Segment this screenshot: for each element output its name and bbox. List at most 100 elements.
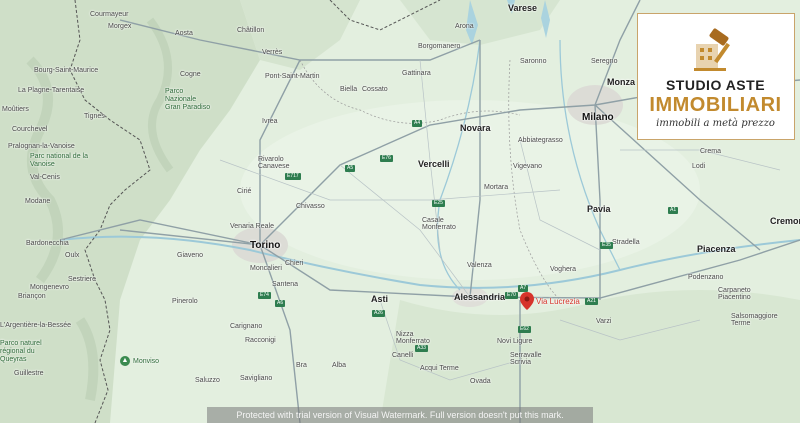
town-label: Val-Cenis xyxy=(30,174,60,181)
city-label-asti: Asti xyxy=(371,294,389,304)
town-label: Savigliano xyxy=(240,375,273,382)
town-label: Tignes xyxy=(84,113,105,120)
park-label-vanoise: Parc national de la Vanoise xyxy=(30,153,88,168)
town-label: Cirié xyxy=(237,188,252,195)
town-label: Modane xyxy=(25,198,51,205)
road-shield: E35 xyxy=(600,242,613,249)
town-label: Pralognan-la-Vanoise xyxy=(8,143,75,150)
road-shield: E25 xyxy=(432,200,445,207)
town-label: Cossato xyxy=(362,86,388,93)
watermark-banner: Protected with trial version of Visual W… xyxy=(207,407,593,423)
park-label-gran-paradiso: Parco Nazionale Gran Paradiso xyxy=(165,88,211,111)
town-label: Briançon xyxy=(18,293,46,300)
town-label: Valenza xyxy=(467,262,492,269)
road-shield: A5 xyxy=(345,165,356,172)
town-label: La Plagne-Tarentaise xyxy=(18,87,85,94)
town-label: Racconigi xyxy=(245,337,276,344)
town-label: Chieri xyxy=(285,260,304,267)
town-label: Oulx xyxy=(65,252,80,259)
town-label: Serravalle Scrivia xyxy=(510,352,542,366)
town-label: Canelli xyxy=(392,352,414,359)
logo-line1: STUDIO ASTE xyxy=(665,77,766,93)
city-label-torino: Torino xyxy=(250,240,281,251)
town-label: Bourg-Saint-Maurice xyxy=(34,67,99,74)
road-shield: E717 xyxy=(285,173,301,180)
town-label: Podenzano xyxy=(688,274,724,281)
logo-line2: IMMOBILIARI xyxy=(649,94,782,116)
town-label: Giaveno xyxy=(177,252,204,259)
town-label: Cogne xyxy=(180,71,201,78)
road-shield: E70 xyxy=(505,292,518,299)
town-label: Venaria Reale xyxy=(230,223,274,230)
city-label-monza: Monza xyxy=(607,77,635,87)
town-label: Varzi xyxy=(596,318,612,325)
town-label: Voghera xyxy=(550,266,577,273)
town-label: Moûtiers xyxy=(2,106,29,113)
city-label-piacenza: Piacenza xyxy=(697,244,736,254)
location-pin-icon[interactable] xyxy=(520,292,534,310)
town-label: Seregno xyxy=(591,58,618,65)
peak-label-monviso: Monviso xyxy=(133,358,160,365)
mountain-icon: ▲ xyxy=(120,356,130,366)
town-label: Arona xyxy=(455,23,474,30)
city-label-varese: Varese xyxy=(508,3,538,13)
town-label: Courmayeur xyxy=(90,11,129,18)
road-shield: A1 xyxy=(668,207,679,214)
town-label: Ovada xyxy=(470,378,491,385)
town-label: Carpaneto Piacentino xyxy=(718,287,751,301)
town-label: Borgomanero xyxy=(418,43,461,50)
town-label: Moncalieri xyxy=(250,265,282,272)
pin-label: Via Lucrezia xyxy=(536,297,580,306)
town-label: Salsomaggiore Terme xyxy=(731,313,778,327)
town-label: Saronno xyxy=(520,58,547,65)
town-label: Acqui Terme xyxy=(420,365,459,372)
road-shield: A26 xyxy=(372,310,385,317)
town-label: Rivarolo Canavese xyxy=(258,156,290,170)
town-label: Aosta xyxy=(175,30,193,37)
town-label: Alba xyxy=(332,362,347,369)
town-label: Novi Ligure xyxy=(497,338,533,345)
town-label: Mortara xyxy=(484,184,509,191)
city-label-vercelli: Vercelli xyxy=(418,159,450,169)
city-label-milano: Milano xyxy=(582,112,614,123)
town-label: Stradella xyxy=(612,239,640,246)
road-shield: A4 xyxy=(412,120,423,127)
town-label: Guillestre xyxy=(14,370,44,377)
town-label: Carignano xyxy=(230,323,263,330)
road-shield: A33 xyxy=(415,345,428,352)
town-label: Biella xyxy=(340,86,358,93)
city-label-pavia: Pavia xyxy=(587,204,611,214)
town-label: Verrès xyxy=(262,49,283,56)
city-label-novara: Novara xyxy=(460,123,491,133)
town-label: L'Argentière-la-Bessée xyxy=(0,322,71,329)
town-label: Nizza Monferrato xyxy=(396,331,430,345)
logo-tagline: immobili a metà prezzo xyxy=(656,118,775,129)
road-shield: E74 xyxy=(258,292,271,299)
road-shield: E76 xyxy=(380,155,393,162)
town-label: Mongenevro xyxy=(30,284,69,291)
town-label: Sestriere xyxy=(68,276,97,283)
city-label-alessandria: Alessandria xyxy=(454,292,506,302)
town-label: Châtillon xyxy=(237,27,265,34)
road-shield: A7 xyxy=(518,285,529,292)
park-label-queyras: Parco naturel régional du Queyras xyxy=(0,340,42,363)
town-label: Bra xyxy=(296,362,307,369)
studio-aste-logo: STUDIO ASTE IMMOBILIARI immobili a metà … xyxy=(637,13,795,140)
road-shield: A21 xyxy=(585,298,598,305)
town-label: Pinerolo xyxy=(172,298,198,305)
town-label: Santena xyxy=(272,281,299,288)
town-label: Courchevel xyxy=(12,126,48,133)
town-label: Morgex xyxy=(108,23,132,30)
town-label: Chivasso xyxy=(296,203,325,210)
town-label: Pont-Saint-Martin xyxy=(265,73,320,80)
road-shield: A6 xyxy=(275,300,286,307)
town-label: Abbiategrasso xyxy=(518,137,563,144)
town-label: Bardonecchia xyxy=(26,240,69,247)
town-label-lodi: Lodi xyxy=(692,163,706,170)
gavel-icon xyxy=(690,24,740,72)
town-label: Vigevano xyxy=(513,163,543,170)
town-label: Crema xyxy=(700,148,722,155)
city-label-cremona: Cremona xyxy=(770,216,800,226)
town-label: Ivrea xyxy=(262,118,278,125)
road-shield: E62 xyxy=(518,326,531,333)
